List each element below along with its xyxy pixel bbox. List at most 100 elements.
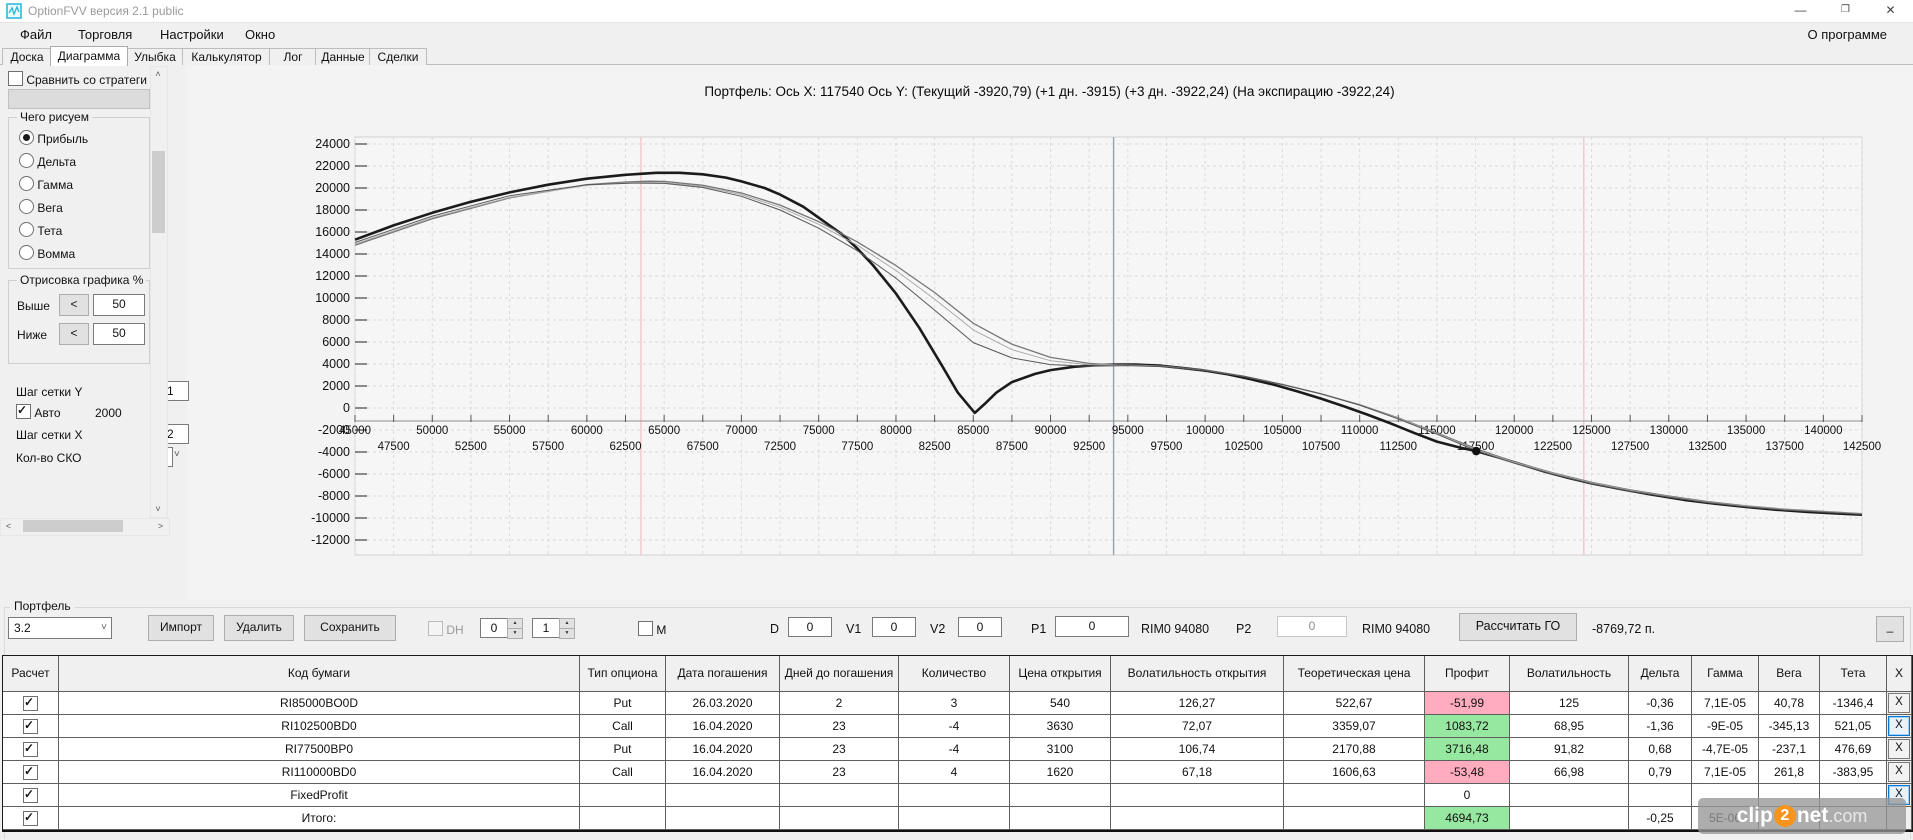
table-cell[interactable]: 0,79: [1629, 761, 1692, 784]
tab-сделки[interactable]: Сделки: [369, 48, 427, 66]
table-cell[interactable]: -0,25: [1629, 807, 1692, 830]
table-cell[interactable]: 23: [780, 715, 899, 738]
table-cell[interactable]: [780, 784, 899, 807]
checkbox-checked-icon[interactable]: [23, 810, 38, 826]
d-field[interactable]: 0: [788, 617, 832, 637]
table-cell[interactable]: [1111, 784, 1284, 807]
profit-cell[interactable]: 0: [1425, 784, 1510, 807]
table-cell[interactable]: 16.04.2020: [666, 738, 780, 761]
table-cell[interactable]: Put: [580, 738, 666, 761]
column-header[interactable]: Цена открытия: [1010, 656, 1111, 692]
table-cell[interactable]: [1629, 784, 1692, 807]
column-header[interactable]: Количество: [899, 656, 1010, 692]
table-cell[interactable]: [1284, 784, 1425, 807]
checkbox-checked-icon[interactable]: [23, 741, 38, 757]
dh-checkbox[interactable]: DH: [428, 621, 464, 637]
checkbox-checked-icon[interactable]: [23, 764, 38, 780]
table-cell[interactable]: -1346,4: [1820, 692, 1887, 715]
radio-вега[interactable]: Вега: [19, 199, 88, 222]
compare-strategy-checkbox[interactable]: Сравнить со стратеги: [8, 71, 148, 87]
hscroll-thumb[interactable]: [23, 520, 123, 532]
table-cell[interactable]: 522,67: [1284, 692, 1425, 715]
tab-данные[interactable]: Данные: [315, 48, 371, 66]
below-value-field[interactable]: 50: [93, 323, 145, 345]
table-cell[interactable]: 3630: [1010, 715, 1111, 738]
table-cell[interactable]: 40,78: [1759, 692, 1820, 715]
tab-калькулятор[interactable]: Калькулятор: [182, 48, 271, 66]
table-cell[interactable]: [1111, 807, 1284, 830]
strategy-input[interactable]: [8, 89, 150, 109]
table-cell[interactable]: -383,95: [1820, 761, 1887, 784]
above-decrease-button[interactable]: <: [59, 294, 89, 316]
table-cell[interactable]: RI85000BO0D: [59, 692, 580, 715]
table-cell[interactable]: RI77500BP0: [59, 738, 580, 761]
tab-диаграмма[interactable]: Диаграмма: [50, 46, 128, 66]
table-cell[interactable]: 126,27: [1111, 692, 1284, 715]
column-header[interactable]: Расчет: [3, 656, 59, 692]
radio-гамма[interactable]: Гамма: [19, 176, 88, 199]
spin2-value[interactable]: 1: [532, 618, 560, 638]
column-header[interactable]: Волатильность: [1510, 656, 1629, 692]
table-cell[interactable]: [1284, 807, 1425, 830]
table-cell[interactable]: 67,18: [1111, 761, 1284, 784]
table-cell[interactable]: Put: [580, 692, 666, 715]
radio-прибыль[interactable]: Прибыль: [19, 130, 88, 153]
column-header[interactable]: Гамма: [1692, 656, 1759, 692]
table-cell[interactable]: Call: [580, 761, 666, 784]
table-cell[interactable]: 521,05: [1820, 715, 1887, 738]
table-cell[interactable]: [580, 784, 666, 807]
table-cell[interactable]: 2: [780, 692, 899, 715]
remove-row-button[interactable]: X: [1888, 716, 1910, 736]
table-cell[interactable]: [1510, 807, 1629, 830]
vscroll-thumb[interactable]: [152, 151, 165, 233]
profit-cell[interactable]: -53,48: [1425, 761, 1510, 784]
table-cell[interactable]: 3100: [1010, 738, 1111, 761]
checkbox-checked-icon[interactable]: [23, 787, 38, 803]
spin-down-icon[interactable]: ▼: [507, 628, 523, 639]
table-cell[interactable]: -9E-05: [1692, 715, 1759, 738]
column-header[interactable]: Тип опциона: [580, 656, 666, 692]
tab-лог[interactable]: Лог: [269, 48, 317, 66]
table-cell[interactable]: 23: [780, 738, 899, 761]
table-cell[interactable]: Call: [580, 715, 666, 738]
row-calc-checkbox[interactable]: [3, 784, 59, 807]
table-cell[interactable]: -237,1: [1759, 738, 1820, 761]
table-cell[interactable]: 125: [1510, 692, 1629, 715]
minimize-icon[interactable]: —: [1778, 0, 1823, 22]
table-cell[interactable]: -4,7E-05: [1692, 738, 1759, 761]
delete-button[interactable]: Удалить: [224, 615, 294, 641]
table-cell[interactable]: 3: [899, 692, 1010, 715]
table-cell[interactable]: 91,82: [1510, 738, 1629, 761]
v1-field[interactable]: 0: [872, 617, 916, 637]
table-cell[interactable]: 23: [780, 761, 899, 784]
table-cell[interactable]: -4: [899, 738, 1010, 761]
column-header[interactable]: Теоретическая цена: [1284, 656, 1425, 692]
table-cell[interactable]: [1510, 784, 1629, 807]
table-cell[interactable]: -1,36: [1629, 715, 1692, 738]
table-cell[interactable]: -0,36: [1629, 692, 1692, 715]
chevron-down-icon[interactable]: ˅: [101, 618, 107, 638]
cursor-marker-dot[interactable]: [1472, 446, 1481, 456]
table-cell[interactable]: -4: [899, 715, 1010, 738]
table-cell[interactable]: 540: [1010, 692, 1111, 715]
radio-icon[interactable]: [19, 245, 34, 260]
column-header[interactable]: Дельта: [1629, 656, 1692, 692]
scroll-right-icon[interactable]: ˃: [153, 519, 168, 533]
table-cell[interactable]: 261,8: [1759, 761, 1820, 784]
profit-cell[interactable]: 1083,72: [1425, 715, 1510, 738]
remove-row-button[interactable]: X: [1888, 762, 1910, 782]
table-cell[interactable]: 0,68: [1629, 738, 1692, 761]
portfolio-combo[interactable]: 3.2 ˅: [8, 617, 112, 639]
remove-row-button[interactable]: X: [1888, 739, 1910, 759]
column-header[interactable]: Дней до погашения: [780, 656, 899, 692]
spin-down-icon[interactable]: ▼: [559, 628, 575, 639]
checkbox-checked-icon[interactable]: [23, 718, 38, 734]
table-cell[interactable]: 26.03.2020: [666, 692, 780, 715]
table-cell[interactable]: 68,95: [1510, 715, 1629, 738]
table-cell[interactable]: 1620: [1010, 761, 1111, 784]
table-cell[interactable]: FixedProfit: [59, 784, 580, 807]
checkbox-icon[interactable]: [638, 621, 653, 636]
sidebar-vscrollbar[interactable]: ˄ ˅: [150, 66, 168, 518]
table-cell[interactable]: [666, 784, 780, 807]
tab-доска[interactable]: Доска: [2, 48, 52, 66]
